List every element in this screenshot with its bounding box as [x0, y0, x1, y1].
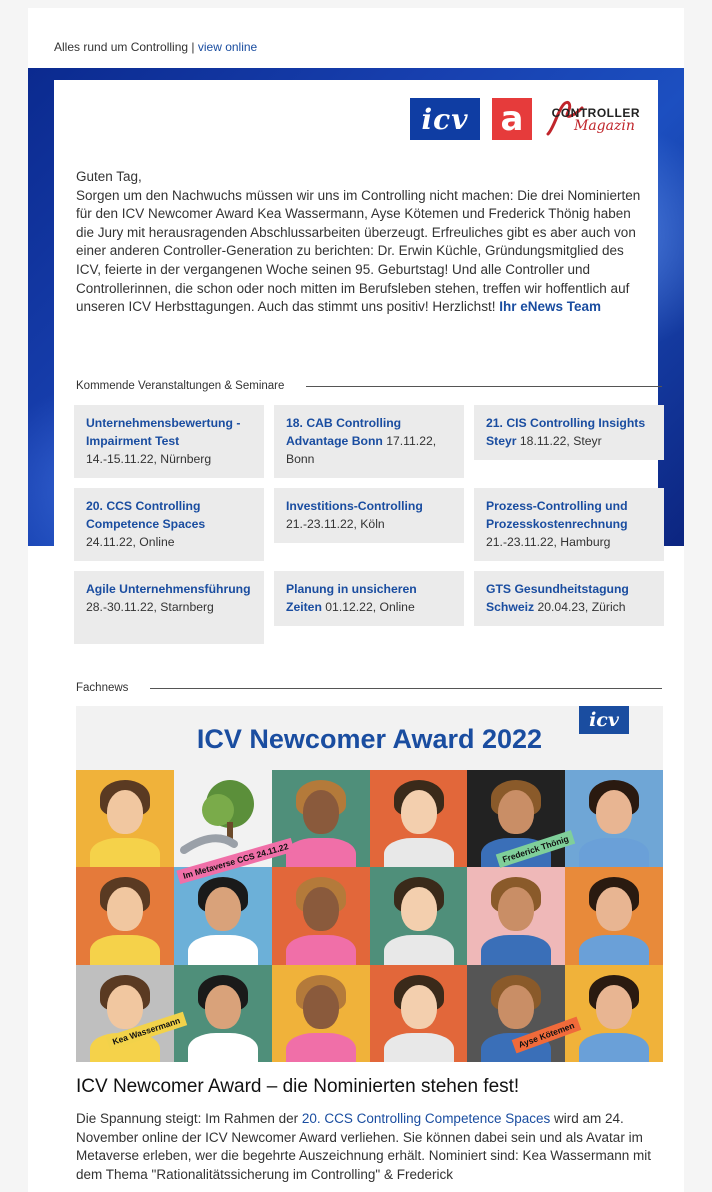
- icv-logo[interactable]: icv: [410, 98, 480, 140]
- magazin-logo-text: Magazin: [574, 118, 635, 134]
- event-card[interactable]: GTS Gesundheitstagung Schweiz 20.04.23, …: [474, 571, 664, 626]
- fachnews-heading: Fachnews: [76, 682, 662, 694]
- event-title[interactable]: Prozess-Controlling und Prozesskostenrec…: [486, 499, 628, 531]
- event-detail: 18.11.22, Steyr: [516, 434, 602, 448]
- fachnews-heading-label: Fachnews: [76, 682, 129, 694]
- event-detail: 28.-30.11.22, Starnberg: [86, 600, 214, 614]
- preheader-tagline: Alles rund um Controlling |: [54, 40, 198, 54]
- nominee-photo: [173, 964, 272, 1062]
- intro-signature: Ihr eNews Team: [499, 299, 601, 315]
- events-heading-label: Kommende Veranstaltungen & Seminare: [76, 380, 285, 392]
- preheader: Alles rund um Controlling | view online: [54, 40, 257, 54]
- email-canvas: Alles rund um Controlling | view online …: [0, 0, 712, 1192]
- nominee-photo: [565, 770, 663, 868]
- nominee-photo: [369, 867, 468, 966]
- nominee-photo: [565, 867, 663, 966]
- event-card[interactable]: Investitions-Controlling 21.-23.11.22, K…: [274, 488, 464, 543]
- ccs-link[interactable]: 20. CCS Controlling Competence Spaces: [302, 1111, 550, 1126]
- logo-bar: icv a CONTROLLER Magazin: [410, 98, 640, 140]
- event-title[interactable]: Unternehmensbewertung - Impairment Test: [86, 416, 240, 448]
- newsletter-card: icv a CONTROLLER Magazin Guten Tag, Sorg…: [54, 80, 664, 1192]
- event-detail: 21.-23.11.22, Hamburg: [486, 535, 611, 549]
- nominee-photo: [565, 964, 663, 1062]
- controller-magazin-logo[interactable]: CONTROLLER Magazin: [544, 98, 640, 140]
- event-detail: 14.-15.11.22, Nürnberg: [86, 452, 212, 466]
- event-card[interactable]: Unternehmensbewertung - Impairment Test …: [74, 405, 264, 478]
- event-card[interactable]: 18. CAB Controlling Advantage Bonn 17.11…: [274, 405, 464, 478]
- event-detail: 21.-23.11.22, Köln: [286, 517, 385, 531]
- nominee-photo: [271, 964, 370, 1062]
- nominee-photo: [173, 867, 272, 966]
- nominee-photo: [271, 867, 370, 966]
- event-detail: 20.04.23, Zürich: [534, 600, 626, 614]
- a-logo[interactable]: a: [492, 98, 532, 140]
- heading-rule: [150, 687, 662, 689]
- heading-rule: [306, 385, 662, 387]
- intro-paragraph: Sorgen um den Nachwuchs müssen wir uns i…: [76, 187, 641, 315]
- event-card[interactable]: 20. CCS Controlling Competence Spaces 24…: [74, 488, 264, 561]
- article-text-pre: Die Spannung steigt: Im Rahmen der: [76, 1111, 302, 1126]
- event-card[interactable]: Prozess-Controlling und Prozesskostenrec…: [474, 488, 664, 561]
- nominee-photo: [76, 867, 174, 966]
- event-card[interactable]: 21. CIS Controlling Insights Steyr 18.11…: [474, 405, 664, 460]
- intro-text: Guten Tag, Sorgen um den Nachwuchs müsse…: [76, 168, 646, 317]
- event-card[interactable]: Planung in unsicheren Zeiten 01.12.22, O…: [274, 571, 464, 626]
- nominee-photo: [369, 770, 468, 868]
- event-title[interactable]: Investitions-Controlling: [286, 499, 423, 513]
- events-heading: Kommende Veranstaltungen & Seminare: [76, 380, 662, 392]
- event-title[interactable]: 20. CCS Controlling Competence Spaces: [86, 499, 205, 531]
- nominee-photo: [76, 770, 174, 868]
- nominee-photo: [369, 964, 468, 1062]
- newcomer-award-banner[interactable]: icv ICV Newcomer Award 2022 Im Metaverse…: [76, 706, 663, 1062]
- view-online-link[interactable]: view online: [198, 40, 257, 54]
- banner-title: ICV Newcomer Award 2022: [196, 724, 543, 754]
- greeting: Guten Tag,: [76, 169, 142, 184]
- event-detail: 01.12.22, Online: [321, 600, 415, 614]
- article-title[interactable]: ICV Newcomer Award – die Nominierten ste…: [76, 1076, 519, 1098]
- event-card[interactable]: Agile Unternehmensführung 28.-30.11.22, …: [74, 571, 264, 644]
- nominee-photo: [467, 867, 566, 966]
- nominee-photo: [76, 964, 174, 1062]
- event-title[interactable]: Agile Unternehmensführung: [86, 582, 251, 596]
- article-body: Die Spannung steigt: Im Rahmen der 20. C…: [76, 1110, 652, 1184]
- event-detail: 24.11.22, Online: [86, 535, 175, 549]
